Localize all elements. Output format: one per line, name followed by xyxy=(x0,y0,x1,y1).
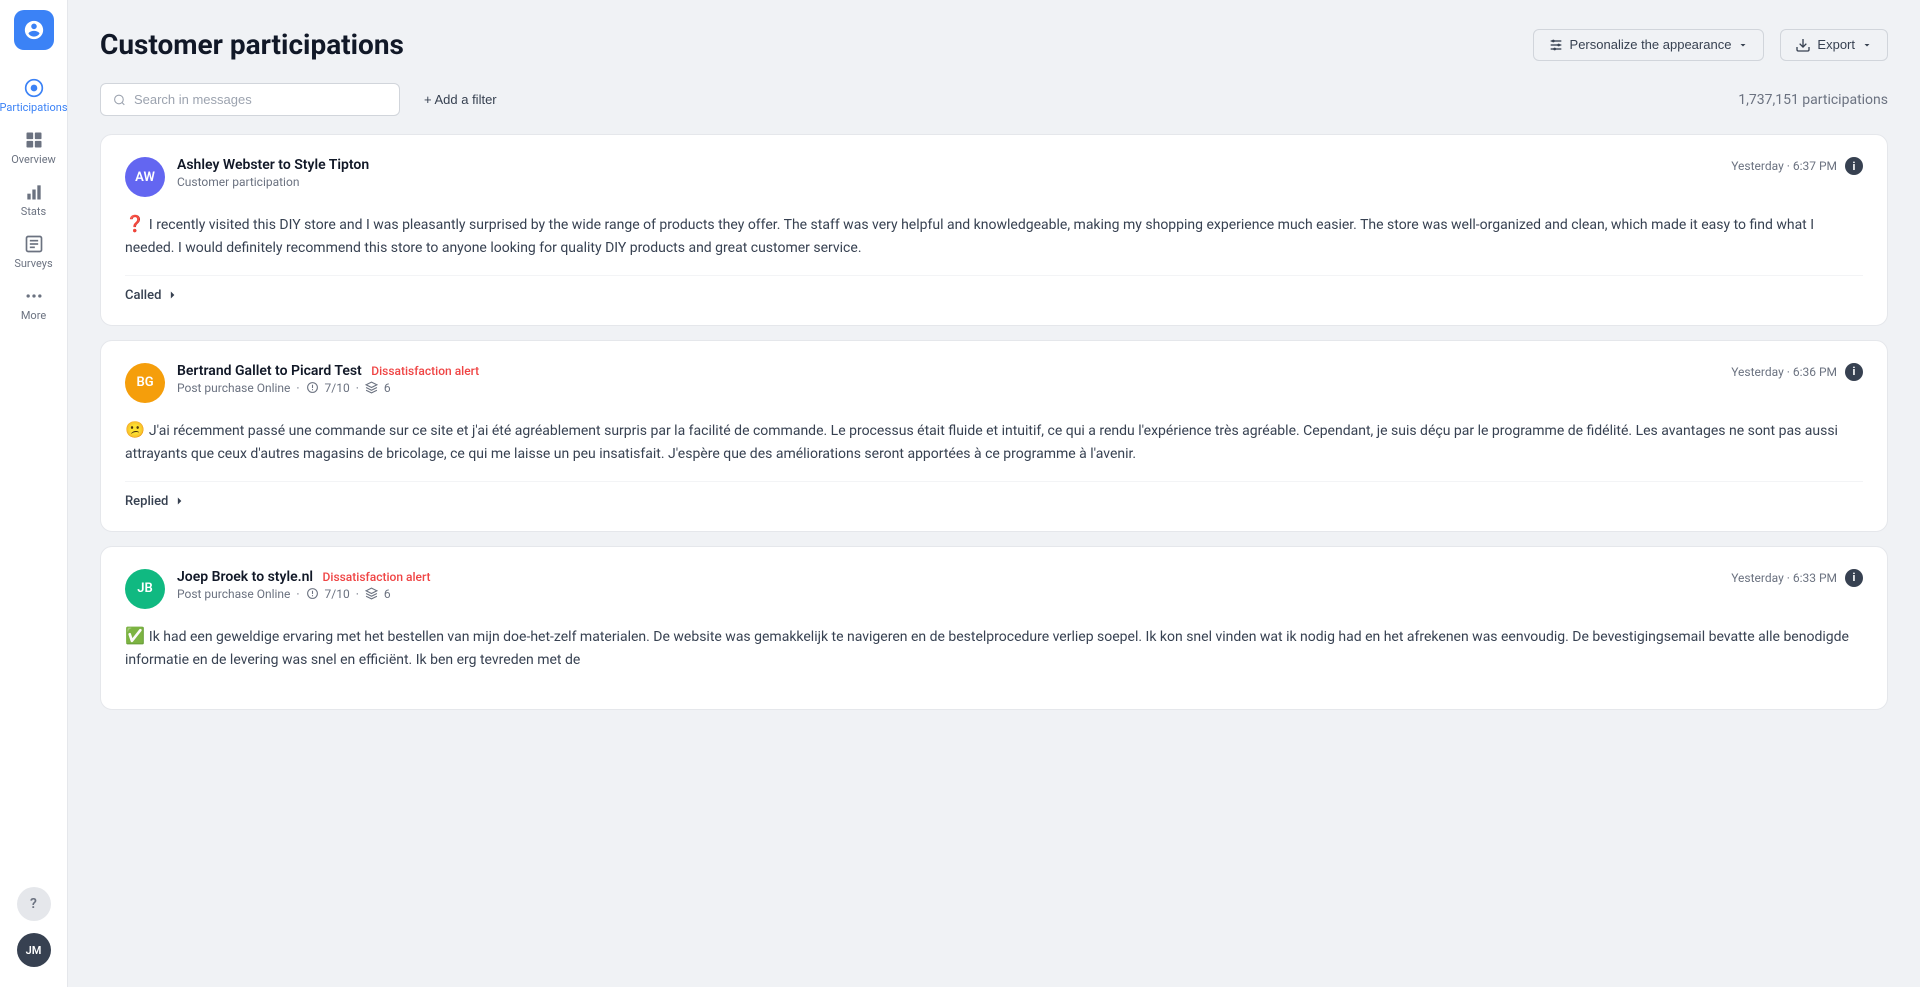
card-action-2[interactable]: Replied xyxy=(125,494,1863,509)
page-title: Customer participations xyxy=(100,28,404,61)
sender-details-3: Joep Broek to style.nl Dissatisfaction a… xyxy=(177,569,430,601)
layers-icon-2 xyxy=(365,381,378,394)
sidebar-item-more-label: More xyxy=(21,309,46,322)
sidebar: Participations Overview Stats Surveys Mo… xyxy=(0,0,68,987)
sender-sub-1: Customer participation xyxy=(177,175,369,189)
add-filter-label: + Add a filter xyxy=(424,92,497,107)
sender-name-3: Joep Broek to style.nl Dissatisfaction a… xyxy=(177,569,430,585)
search-icon xyxy=(113,93,126,107)
score-icon-2 xyxy=(306,381,319,394)
search-input[interactable] xyxy=(134,92,387,107)
app-logo[interactable] xyxy=(14,10,54,50)
toolbar: + Add a filter 1,737,151 participations xyxy=(100,83,1888,116)
chevron-right-icon-1 xyxy=(165,288,179,302)
info-button-2[interactable]: i xyxy=(1845,363,1863,381)
dissatisfaction-badge-2: Dissatisfaction alert xyxy=(371,364,479,378)
layers-icon-3 xyxy=(365,587,378,600)
page-header: Customer participations Personalize the … xyxy=(100,28,1888,61)
participation-count: 1,737,151 participations xyxy=(1738,92,1888,108)
avatar-2: BG xyxy=(125,363,165,403)
sender-info-1: AW Ashley Webster to Style Tipton Custom… xyxy=(125,157,369,197)
sidebar-item-overview[interactable]: Overview xyxy=(0,122,67,174)
card-meta-1: Yesterday · 6:37 PM i xyxy=(1731,157,1863,175)
sender-info-2: BG Bertrand Gallet to Picard Test Dissat… xyxy=(125,363,479,403)
dissatisfaction-badge-3: Dissatisfaction alert xyxy=(323,570,431,584)
sidebar-item-stats[interactable]: Stats xyxy=(0,174,67,226)
sender-details-2: Bertrand Gallet to Picard Test Dissatisf… xyxy=(177,363,479,395)
sidebar-item-participations[interactable]: Participations xyxy=(0,70,67,122)
cards-container: AW Ashley Webster to Style Tipton Custom… xyxy=(100,134,1888,710)
participation-card-1: AW Ashley Webster to Style Tipton Custom… xyxy=(100,134,1888,326)
timestamp-2: Yesterday · 6:36 PM xyxy=(1731,365,1837,379)
card-header-1: AW Ashley Webster to Style Tipton Custom… xyxy=(125,157,1863,197)
user-avatar[interactable]: JM xyxy=(17,933,51,967)
main-content: Customer participations Personalize the … xyxy=(68,0,1920,987)
personalize-appearance-label: Personalize the appearance xyxy=(1570,37,1732,52)
timestamp-1: Yesterday · 6:37 PM xyxy=(1731,159,1837,173)
sidebar-item-surveys[interactable]: Surveys xyxy=(0,226,67,278)
info-button-3[interactable]: i xyxy=(1845,569,1863,587)
sender-sub-3: Post purchase Online · 7/10 · 6 xyxy=(177,587,430,601)
card-message-2: 😕J'ai récemment passé une commande sur c… xyxy=(125,417,1863,465)
sidebar-item-stats-label: Stats xyxy=(21,205,46,218)
sender-name-1: Ashley Webster to Style Tipton xyxy=(177,157,369,173)
divider-1 xyxy=(125,275,1863,276)
export-label: Export xyxy=(1817,37,1855,52)
avatar-1: AW xyxy=(125,157,165,197)
message-emoji-3: ✅ xyxy=(125,626,145,645)
header-actions: Personalize the appearance Export xyxy=(1533,29,1888,61)
card-message-1: ❓I recently visited this DIY store and I… xyxy=(125,211,1863,259)
search-box[interactable] xyxy=(100,83,400,116)
help-button[interactable]: ? xyxy=(17,887,51,921)
sidebar-item-participations-label: Participations xyxy=(0,101,68,114)
sidebar-item-more[interactable]: More xyxy=(0,278,67,330)
sender-details-1: Ashley Webster to Style Tipton Customer … xyxy=(177,157,369,189)
score-icon-3 xyxy=(306,587,319,600)
info-button-1[interactable]: i xyxy=(1845,157,1863,175)
card-message-3: ✅Ik had een geweldige ervaring met het b… xyxy=(125,623,1863,671)
sender-sub-2: Post purchase Online · 7/10 · 6 xyxy=(177,381,479,395)
sender-name-2: Bertrand Gallet to Picard Test Dissatisf… xyxy=(177,363,479,379)
card-action-1[interactable]: Called xyxy=(125,288,1863,303)
message-emoji-1: ❓ xyxy=(125,214,145,233)
timestamp-3: Yesterday · 6:33 PM xyxy=(1731,571,1837,585)
avatar-3: JB xyxy=(125,569,165,609)
personalize-appearance-button[interactable]: Personalize the appearance xyxy=(1533,29,1765,61)
sender-info-3: JB Joep Broek to style.nl Dissatisfactio… xyxy=(125,569,430,609)
participation-card-3: JB Joep Broek to style.nl Dissatisfactio… xyxy=(100,546,1888,710)
participation-card-2: BG Bertrand Gallet to Picard Test Dissat… xyxy=(100,340,1888,532)
card-meta-2: Yesterday · 6:36 PM i xyxy=(1731,363,1863,381)
search-filter-area: + Add a filter xyxy=(100,83,509,116)
card-header-2: BG Bertrand Gallet to Picard Test Dissat… xyxy=(125,363,1863,403)
sidebar-item-overview-label: Overview xyxy=(11,153,56,166)
export-button[interactable]: Export xyxy=(1780,29,1888,61)
message-emoji-2: 😕 xyxy=(125,420,145,439)
add-filter-button[interactable]: + Add a filter xyxy=(412,84,509,115)
card-meta-3: Yesterday · 6:33 PM i xyxy=(1731,569,1863,587)
card-header-3: JB Joep Broek to style.nl Dissatisfactio… xyxy=(125,569,1863,609)
sidebar-item-surveys-label: Surveys xyxy=(14,257,52,270)
divider-2 xyxy=(125,481,1863,482)
chevron-right-icon-2 xyxy=(172,494,186,508)
